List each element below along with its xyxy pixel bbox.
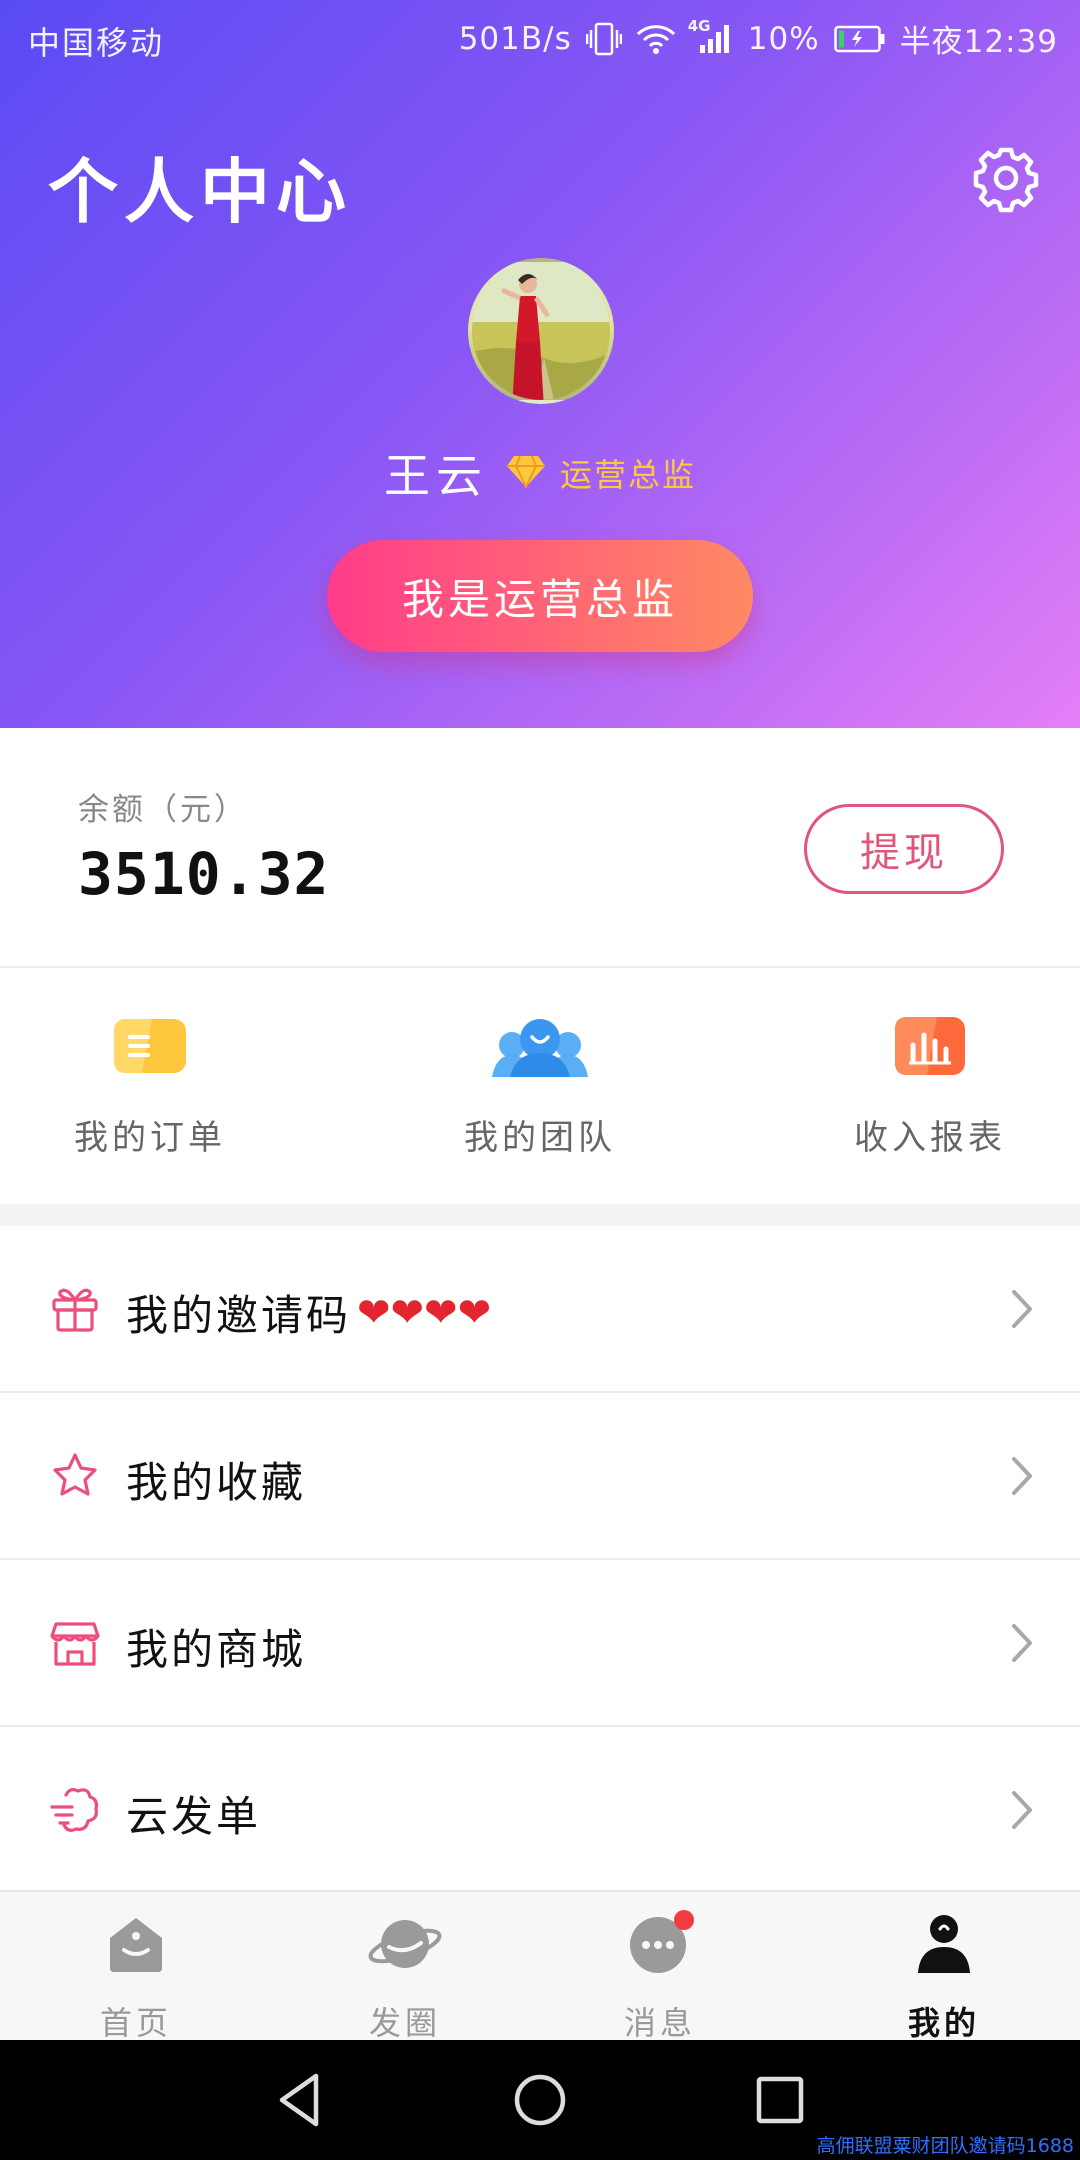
signal-icon: 4G [688,17,734,55]
tab-label: 我的 [907,2004,980,2042]
quick-action-team[interactable]: 我的团队 [390,1008,690,1159]
balance-value: 3510.32 [78,840,330,908]
clock: 半夜12:39 [899,24,1058,60]
role-button[interactable]: 我是运营总监 [327,540,753,652]
avatar-photo [472,262,610,400]
back-icon[interactable] [270,2070,330,2130]
avatar[interactable] [468,258,614,404]
quick-action-label: 收入报表 [854,1118,1006,1158]
menu-item-favorites[interactable]: 我的收藏 [0,1393,1080,1560]
notification-dot [674,1910,694,1930]
chevron-right-icon [1008,1622,1036,1664]
user-icon [916,1913,972,1979]
tab-label: 首页 [99,2004,172,2042]
home-icon [106,1914,166,1978]
balance-card: 余额（元） 3510.32 提现 [0,728,1080,968]
balance-label: 余额（元） [78,792,248,828]
user-name: 王云 [383,449,488,503]
tab-label: 消息 [623,2004,696,2042]
status-bar: 中国移动 501B/s 4G 10% 半夜12:39 [0,0,1080,76]
tab-label: 发圈 [368,2004,441,2042]
gift-icon [50,1284,100,1334]
quick-action-report[interactable]: 收入报表 [780,1008,1080,1159]
wifi-icon [636,23,676,55]
battery-icon [833,25,886,53]
bottom-tab-bar: 首页 发圈 消息 我的 [0,1890,1080,2042]
team-icon [492,1015,588,1081]
vibrate-icon [585,22,622,56]
menu-item-label: 我的商城 [126,1625,307,1674]
menu-item-hearts: ❤❤❤❤ [357,1289,492,1336]
quick-action-orders[interactable]: 我的订单 [0,1008,300,1159]
home-circle-icon[interactable] [510,2070,570,2130]
page-title: 个人中心 [48,150,352,233]
diamond-icon [506,454,546,492]
battery-percent: 10% [747,20,820,57]
quick-action-label: 我的团队 [464,1118,616,1158]
tab-home[interactable]: 首页 [36,1910,236,2044]
chevron-right-icon [1008,1288,1036,1330]
tab-profile[interactable]: 我的 [844,1910,1044,2044]
tab-messages[interactable]: 消息 [560,1910,760,2044]
menu-item-invite-code[interactable]: 我的邀请码 ❤❤❤❤ [0,1226,1080,1393]
network-speed: 501B/s [458,20,572,57]
quick-actions: 我的订单 我的团队 收入报表 [0,968,1080,1204]
star-icon [50,1451,100,1501]
menu-item-label: 我的邀请码 [126,1291,352,1340]
gear-icon [970,147,1042,218]
menu-item-label: 云发单 [126,1792,262,1841]
settings-button[interactable] [970,142,1042,214]
chevron-right-icon [1008,1789,1036,1831]
shop-icon [50,1618,100,1668]
planet-icon [367,1913,443,1979]
role-badge: 运营总监 [559,456,696,494]
recents-icon[interactable] [750,2070,810,2130]
menu-list: 我的邀请码 ❤❤❤❤ 我的收藏 我的商城 云发单 [0,1226,1080,1894]
menu-item-cloud-dispatch[interactable]: 云发单 [0,1727,1080,1894]
cloud-icon [50,1785,100,1835]
menu-item-shop[interactable]: 我的商城 [0,1560,1080,1727]
watermark: 高佣联盟粟财团队邀请码1688 [816,2135,1074,2157]
carrier-name: 中国移动 [28,24,165,62]
quick-action-label: 我的订单 [74,1118,226,1158]
status-indicators: 501B/s 4G 10% 半夜12:39 [459,16,1058,61]
withdraw-button[interactable]: 提现 [804,804,1004,894]
report-icon [893,1015,967,1081]
tab-moments[interactable]: 发圈 [305,1910,505,2044]
system-navigation-bar: 高佣联盟粟财团队邀请码1688 [0,2040,1080,2160]
section-divider [0,1204,1080,1226]
profile-header: 中国移动 501B/s 4G 10% 半夜12:39 个人中心 王云 运营总监 … [0,0,1080,728]
orders-icon [112,1017,188,1079]
menu-item-label: 我的收藏 [126,1458,307,1507]
profile-name-row: 王云 运营总监 [0,440,1080,506]
chevron-right-icon [1008,1455,1036,1497]
